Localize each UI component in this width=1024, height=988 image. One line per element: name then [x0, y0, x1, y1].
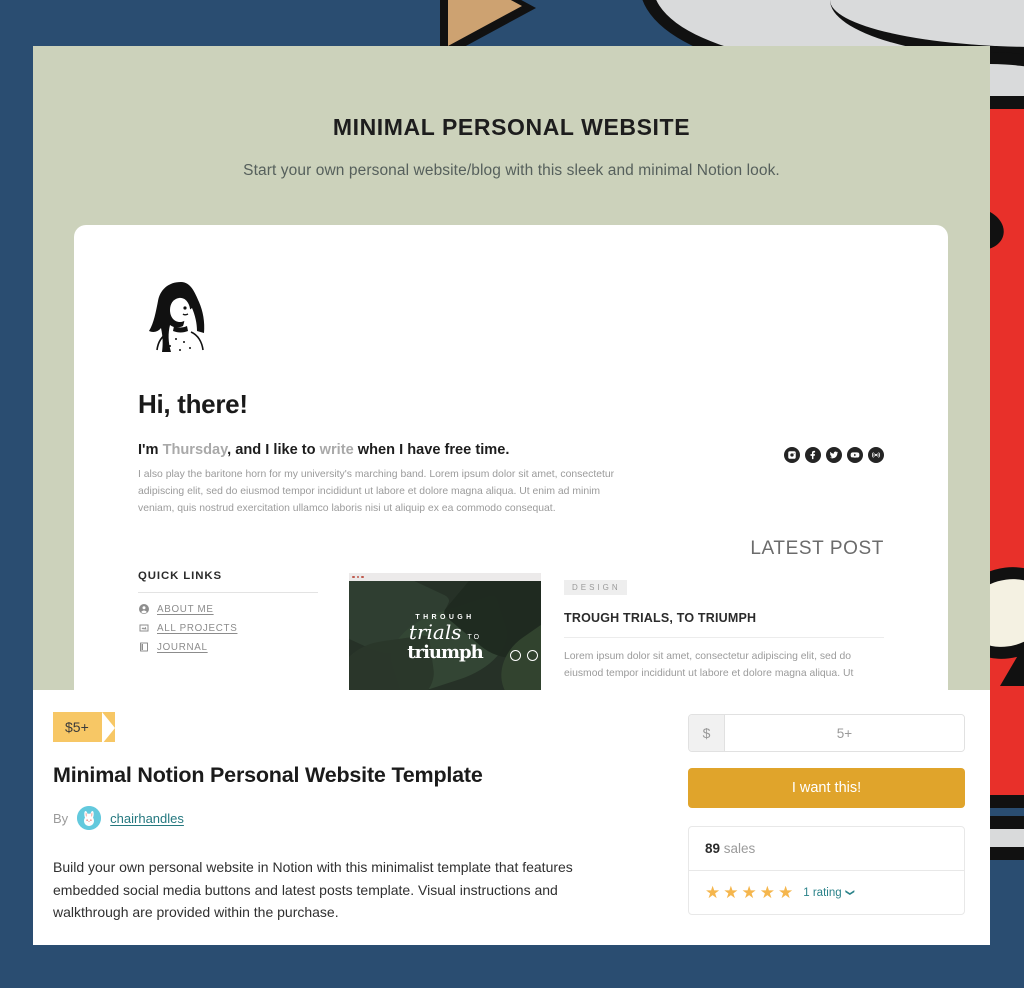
price-input[interactable]	[725, 715, 964, 751]
product-info: $5+ Minimal Notion Personal Website Temp…	[33, 690, 990, 945]
browser-dot	[352, 575, 355, 579]
user-circle-icon	[139, 604, 149, 614]
youtube-icon[interactable]	[847, 447, 863, 463]
thumbnail-line2-small: TO	[467, 633, 482, 641]
twitter-icon[interactable]	[826, 447, 842, 463]
facebook-icon[interactable]	[805, 447, 821, 463]
carousel-dot[interactable]	[510, 650, 521, 661]
website-mockup: Hi, there! I'm Thursday, and I like to w…	[74, 225, 948, 690]
social-links	[784, 447, 884, 463]
rating-row[interactable]: ★ ★ ★ ★ ★ 1 rating ❯	[689, 870, 964, 914]
browser-dot	[361, 575, 364, 579]
thumbnail-line2: trials TO	[408, 619, 482, 644]
seller-link[interactable]: chairhandles	[110, 811, 184, 826]
instagram-icon[interactable]	[784, 447, 800, 463]
quick-links-divider	[138, 592, 318, 593]
quick-link-label: ABOUT ME	[157, 603, 214, 615]
price-field-group[interactable]: $	[688, 714, 965, 752]
woman-line-art-avatar-icon	[149, 282, 205, 352]
sales-count: 89	[705, 841, 721, 856]
intro-suffix: when I have free time.	[353, 442, 510, 458]
star-icon: ★	[705, 883, 721, 902]
quick-link-all-projects[interactable]: ALL PROJECTS	[138, 622, 318, 634]
cartoon-beak-icon	[448, 0, 522, 46]
quick-links-section: QUICK LINKS ABOUT ME ALL PROJECTS JOURNA…	[138, 570, 318, 660]
product-preview: MINIMAL PERSONAL WEBSITE Start your own …	[33, 46, 990, 690]
thumbnail-carousel-dots[interactable]	[510, 650, 538, 661]
podcast-icon[interactable]	[868, 447, 884, 463]
rabbit-avatar-icon	[77, 806, 102, 830]
currency-symbol: $	[689, 715, 725, 751]
quick-link-label: JOURNAL	[157, 641, 208, 653]
i-want-this-button[interactable]: I want this!	[688, 768, 965, 808]
quick-link-label: ALL PROJECTS	[157, 622, 238, 634]
product-card: MINIMAL PERSONAL WEBSITE Start your own …	[33, 46, 990, 945]
avatar[interactable]	[77, 806, 102, 830]
preview-title: MINIMAL PERSONAL WEBSITE	[332, 114, 691, 140]
quick-links-list: ABOUT ME ALL PROJECTS JOURNAL	[138, 603, 318, 653]
purchase-panel: $ I want this! 89 sales ★ ★ ★ ★ ★ 1 rati…	[678, 690, 990, 945]
by-label: By	[53, 810, 69, 826]
post-title[interactable]: TROUGH TRIALS, TO TRIUMPH	[564, 611, 884, 625]
intro-middle: , and I like to	[227, 442, 320, 458]
star-icon: ★	[759, 883, 775, 902]
quick-link-about-me[interactable]: ABOUT ME	[138, 603, 318, 615]
thumbnail-image: THROUGH trials TO triumph	[349, 581, 541, 690]
thumbnail-text: THROUGH trials TO triumph	[349, 581, 541, 690]
carousel-dot[interactable]	[527, 650, 538, 661]
thumbnail-line3: triumph	[407, 641, 483, 663]
star-icon: ★	[741, 883, 757, 902]
site-bio: I also play the baritone horn for my uni…	[138, 469, 615, 514]
intro-verb: write	[319, 442, 354, 458]
book-icon	[140, 642, 148, 652]
product-stats: 89 sales ★ ★ ★ ★ ★ 1 rating ❯	[688, 826, 965, 915]
intro-prefix: I'm	[138, 442, 163, 458]
sales-label: sales	[723, 841, 756, 856]
sales-row: 89 sales	[689, 827, 964, 870]
rating-count-link[interactable]: 1 rating ❯	[803, 886, 855, 899]
post-divider	[564, 637, 884, 638]
thumbnail-browser-bar	[349, 573, 541, 581]
latest-post-heading: LATEST POST	[750, 538, 884, 559]
cartoon-triangle-shape	[1000, 628, 1024, 686]
star-icon: ★	[723, 883, 739, 902]
post-thumbnail[interactable]: THROUGH trials TO triumph	[349, 573, 541, 690]
quick-link-journal[interactable]: JOURNAL	[138, 641, 318, 653]
quick-links-heading: QUICK LINKS	[138, 570, 222, 582]
product-details: $5+ Minimal Notion Personal Website Temp…	[33, 690, 678, 945]
product-description: Build your own personal website in Notio…	[53, 859, 573, 921]
chevron-down-icon: ❯	[844, 888, 855, 897]
post-excerpt: Lorem ipsum dolor sit amet, consectetur …	[564, 651, 854, 679]
price-tag-badge: $5+	[53, 712, 115, 744]
byline: By chairhandles	[53, 806, 678, 830]
browser-dot	[356, 575, 359, 579]
site-intro-line: I'm Thursday, and I like to write when I…	[138, 442, 884, 458]
image-stack-icon	[139, 624, 149, 632]
star-icon: ★	[778, 883, 794, 902]
post-category-tag: DESIGN	[564, 580, 627, 595]
preview-subtitle: Start your own personal website/blog wit…	[243, 162, 780, 179]
page-title: Minimal Notion Personal Website Template	[53, 763, 483, 787]
latest-post-card: DESIGN TROUGH TRIALS, TO TRIUMPH Lorem i…	[564, 577, 884, 683]
intro-name: Thursday	[162, 442, 228, 458]
site-greeting: Hi, there!	[138, 389, 248, 419]
rating-label: 1 rating	[803, 886, 842, 899]
